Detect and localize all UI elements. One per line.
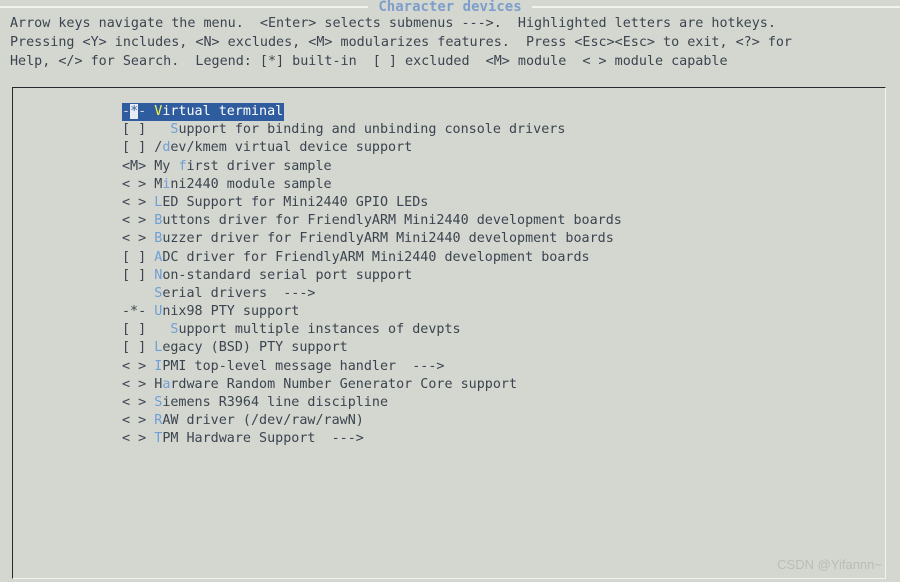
menu-item-label: ev/kmem virtual device support [170,140,413,156]
help-line: Arrow keys navigate the menu. <Enter> se… [10,16,776,31]
menu-item-label: rdware Random Number Generator Core supp… [170,376,518,392]
menu-item-marker: <M> [122,158,147,174]
menu-item-marker: < > [122,395,147,410]
menu-item-label: on-standard serial port support [162,267,413,283]
menu-item-marker: -*- [122,104,147,119]
help-line: Pressing <Y> includes, <N> excludes, <M>… [10,35,792,50]
menu-item-marker: [ ] [122,267,147,283]
menu-item-marker: [ ] [122,140,147,156]
menu-item[interactable]: <M> My first driver sample [122,158,332,176]
menu-item-label: upport for binding and unbinding console… [178,122,566,138]
menu-item[interactable]: -*- Virtual terminal [122,103,285,122]
menu-item[interactable]: < > Mini2440 module sample [122,176,332,194]
menu-item-label: uzzer driver for FriendlyARM Mini2440 de… [162,231,614,247]
window-title: Character devices [378,0,522,15]
menu-item[interactable]: < > Hardware Random Number Generator Cor… [122,376,517,394]
menu-item[interactable]: < > RAW driver (/dev/raw/rawN) [122,412,364,430]
menu-item-label: uttons driver for FriendlyARM Mini2440 d… [162,213,622,229]
titlebar-rule-right [531,6,900,8]
menu-item-marker: [ ] [122,322,147,338]
menu-item[interactable]: -*- Unix98 PTY support [122,303,299,321]
titlebar-rule-left [0,6,369,8]
menu-item-marker: < > [122,231,147,247]
menu-item-label: ED Support for Mini2440 GPIO LEDs [162,194,429,210]
menu-item-label: irst driver sample [186,158,332,174]
menu-item-marker: < > [122,176,147,192]
menu-item[interactable]: < > IPMI top-level message handler ---> [122,358,444,376]
window-titlebar: Character devices [0,0,900,14]
menu-item[interactable]: [ ] ADC driver for FriendlyARM Mini2440 … [122,249,590,267]
menu-item[interactable]: [ ] Support multiple instances of devpts [122,321,461,339]
menu-item-marker: < > [122,376,147,392]
submenu-arrow: ---> [315,431,364,447]
menu-item-label: upport multiple instances of devpts [178,322,461,338]
menu-item-marker: < > [122,194,147,210]
menu-item[interactable]: Serial drivers ---> [122,285,316,303]
menu-item[interactable]: < > Siemens R3964 line discipline [122,394,388,412]
menu-item[interactable]: [ ] /dev/kmem virtual device support [122,139,412,157]
menu-item-hotkey: f [178,158,187,174]
watermark: CSDN @Yifannn~ [777,557,882,572]
menu-item[interactable]: [ ] Support for binding and unbinding co… [122,121,565,139]
menu-item-label: DC driver for FriendlyARM Mini2440 devel… [162,249,590,265]
menu-item-marker: < > [122,213,147,229]
menu-item-label-pre: My [154,158,179,174]
menu-item-gap [146,122,170,137]
menu-cursor: * [130,104,139,119]
menu-item-label: AW driver (/dev/raw/rawN) [162,413,364,429]
menu-item-marker [122,286,146,301]
menu-item-marker: [ ] [122,249,147,265]
menu-item-marker: < > [122,431,147,447]
menu-item-marker: [ ] [122,340,147,356]
submenu-arrow: ---> [267,285,316,301]
menu-item-marker: -*- [122,304,147,320]
menu-item-label: irtual terminal [162,104,284,119]
help-text: Arrow keys navigate the menu. <Enter> se… [10,14,894,71]
menu-item[interactable]: < > Buzzer driver for FriendlyARM Mini24… [122,230,614,248]
menu-item-label: nix98 PTY support [162,304,300,320]
menu-item[interactable]: < > LED Support for Mini2440 GPIO LEDs [122,194,428,212]
menu-item-label: PM Hardware Support [162,431,316,447]
menu-item-label: ni2440 module sample [170,176,332,192]
menu-item-label: egacy (BSD) PTY support [162,340,348,356]
help-line: Help, </> for Search. Legend: [*] built-… [10,54,728,69]
menu-item-label: PMI top-level message handler [162,358,397,374]
menu-item-label: erial drivers [162,285,268,301]
menu-item[interactable]: [ ] Legacy (BSD) PTY support [122,339,348,357]
menu-item-marker: [ ] [122,122,147,138]
menu-item-label: iemens R3964 line discipline [162,395,389,410]
menu-item-gap [146,322,170,337]
menu-item[interactable]: < > TPM Hardware Support ---> [122,430,364,448]
menu-item-marker: < > [122,358,147,374]
menu-item-marker: < > [122,413,147,429]
menu-item[interactable]: < > Buttons driver for FriendlyARM Mini2… [122,212,622,230]
menu-list[interactable]: -*- Virtual terminal[ ] Support for bind… [122,103,822,449]
menu-item[interactable]: [ ] Non-standard serial port support [122,267,412,285]
submenu-arrow: ---> [396,358,445,374]
